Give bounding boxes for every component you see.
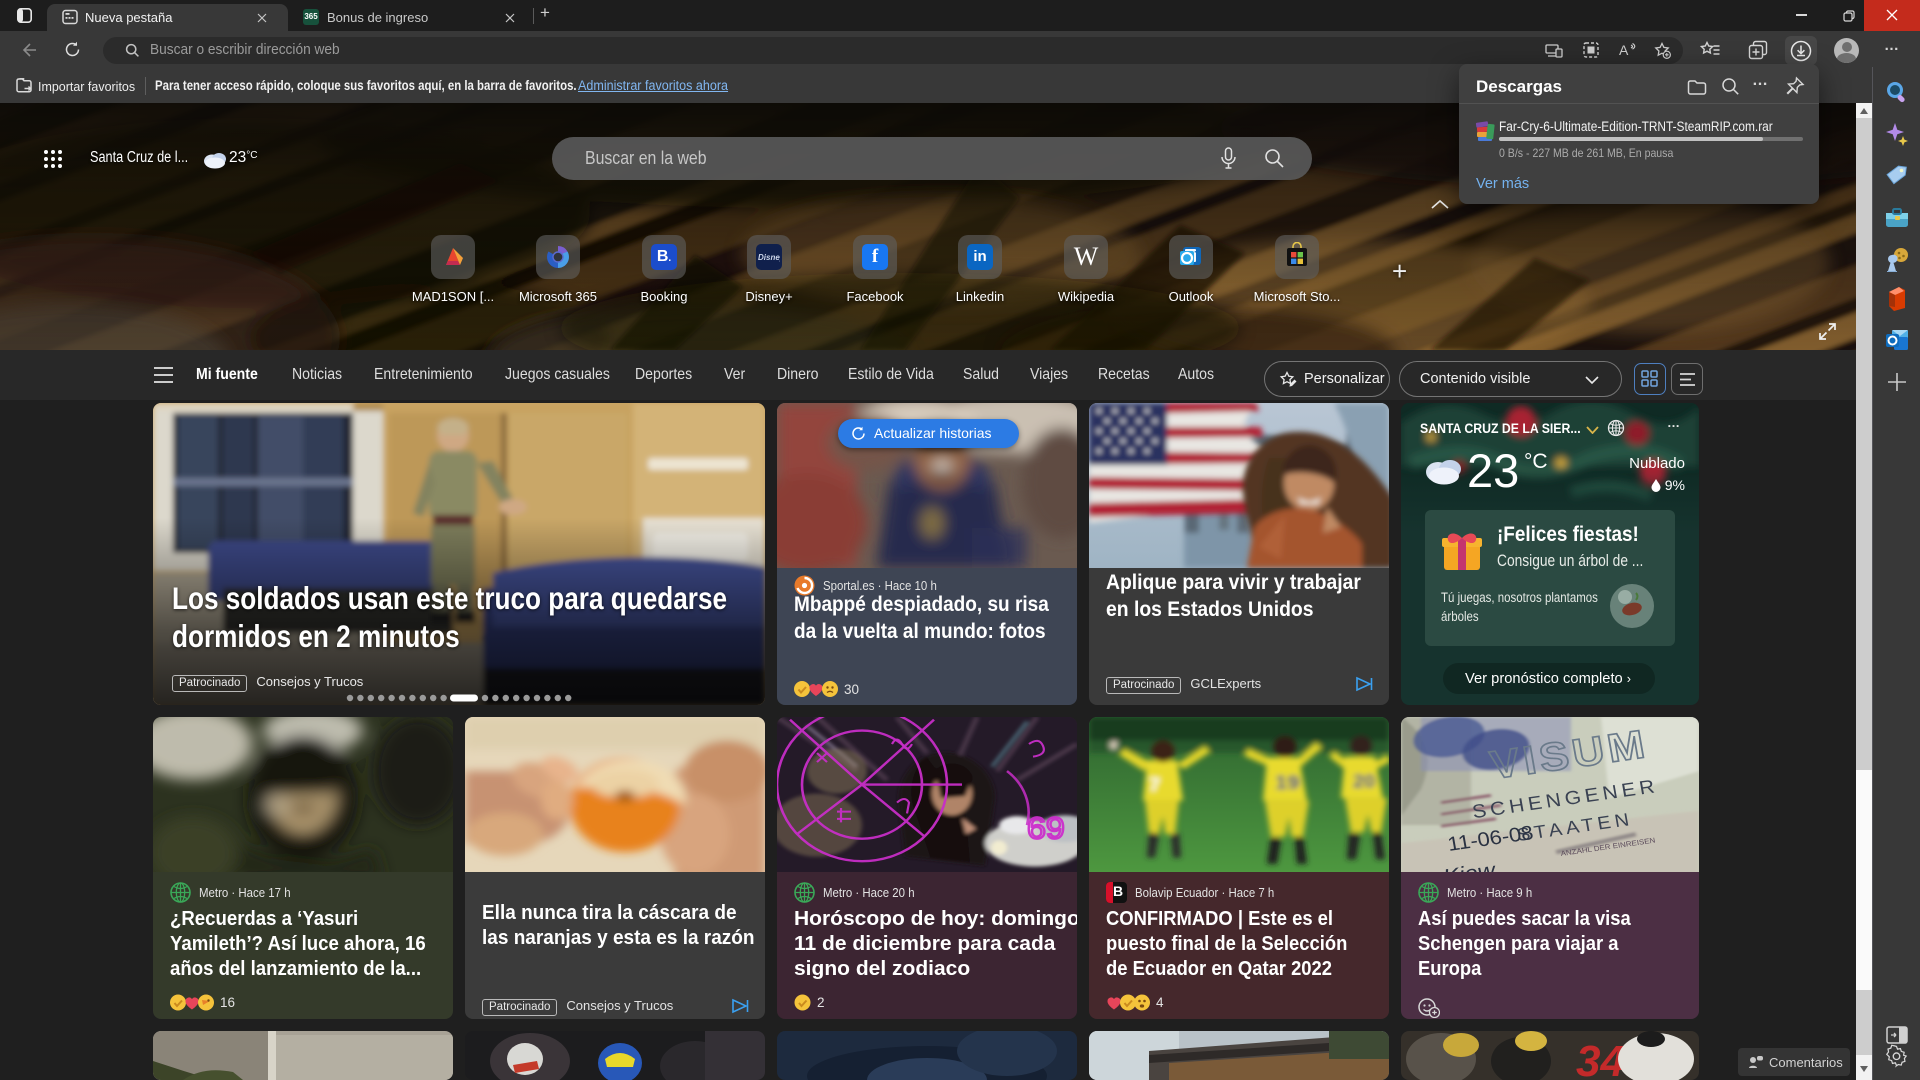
svg-text:19: 19 <box>1275 772 1299 794</box>
svg-text:20: 20 <box>1353 772 1375 792</box>
svg-text:7: 7 <box>1149 776 1160 796</box>
svg-text:Disney+: Disney+ <box>758 253 780 262</box>
svg-text:69: 69 <box>1027 811 1065 845</box>
svg-text:A: A <box>1619 42 1629 58</box>
svg-text:34: 34 <box>1576 1037 1625 1080</box>
